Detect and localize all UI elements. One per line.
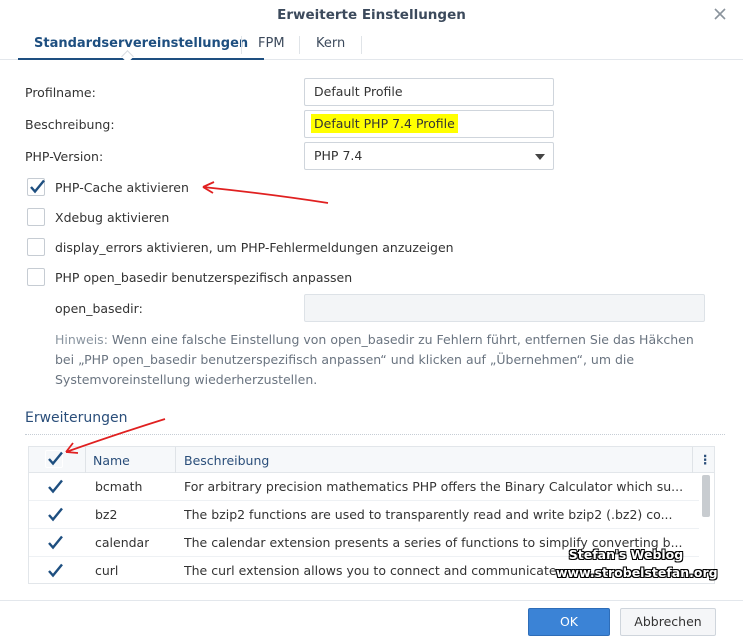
php-version-label: PHP-Version: (25, 149, 104, 164)
chevron-down-icon (535, 154, 545, 160)
watermark-line2: www.strobelstefan.org (556, 565, 718, 580)
dialog-title: Erweiterte Einstellungen (277, 7, 466, 23)
php-cache-checkbox[interactable] (27, 178, 45, 196)
table-row[interactable]: bz2 The bzip2 functions are used to tran… (29, 501, 699, 529)
open-basedir-custom-label: PHP open_basedir benutzerspezifisch anpa… (55, 270, 353, 285)
row-checkbox[interactable] (45, 478, 63, 496)
cancel-button[interactable]: Abbrechen (620, 608, 716, 636)
watermark: Stefan's Weblog www.strobelstefan.org (556, 546, 718, 582)
hint-text: Hinweis: Wenn eine falsche Einstellung v… (55, 330, 715, 390)
column-divider (85, 447, 86, 473)
row-checkbox[interactable] (45, 506, 63, 524)
php-version-select[interactable]: PHP 7.4 (304, 142, 554, 170)
column-menu-icon[interactable]: ⋮ (699, 452, 712, 467)
advanced-settings-dialog: Erweiterte Einstellungen Standardservere… (0, 0, 743, 643)
row-name: curl (95, 563, 119, 578)
select-all-checkbox[interactable] (45, 450, 63, 468)
row-description: The bzip2 functions are used to transpar… (184, 507, 673, 522)
column-divider (175, 447, 176, 473)
extensions-section-title: Erweiterungen (25, 410, 128, 426)
xdebug-checkbox[interactable] (27, 208, 45, 226)
column-header-description[interactable]: Beschreibung (184, 453, 269, 468)
description-label: Beschreibung: (25, 117, 115, 132)
column-header-name[interactable]: Name (93, 453, 130, 468)
profile-name-label: Profilname: (25, 85, 96, 100)
ok-button[interactable]: OK (528, 608, 610, 636)
profile-name-input[interactable]: Default Profile (304, 78, 554, 106)
open-basedir-input[interactable] (304, 294, 705, 322)
row-name: bz2 (95, 507, 118, 522)
grid-header: Name Beschreibung ⋮ (29, 447, 714, 473)
checkmark-icon (48, 535, 63, 550)
grid-scrollbar[interactable] (702, 475, 710, 517)
hint-key: Hinweis: (55, 332, 108, 347)
tab-kern[interactable]: Kern (300, 30, 361, 60)
tab-fpm[interactable]: FPM (242, 30, 301, 60)
tab-divider (361, 36, 362, 54)
checkmark-icon (48, 479, 63, 494)
watermark-line1: Stefan's Weblog (568, 547, 684, 562)
section-divider (25, 434, 725, 435)
row-checkbox[interactable] (45, 534, 63, 552)
column-divider (692, 447, 693, 473)
open-basedir-custom-checkbox[interactable] (27, 268, 45, 286)
table-row[interactable]: bcmath For arbitrary precision mathemati… (29, 473, 699, 501)
open-basedir-label: open_basedir: (55, 301, 143, 316)
display-errors-checkbox[interactable] (27, 238, 45, 256)
display-errors-label: display_errors aktivieren, um PHP-Fehler… (55, 240, 454, 255)
hint-body: Wenn eine falsche Einstellung von open_b… (55, 332, 694, 387)
row-name: calendar (95, 535, 150, 550)
checkmark-icon (48, 563, 63, 578)
checkmark-icon (30, 179, 45, 194)
tab-standard-server-settings[interactable]: Standardservereinstellungen (18, 30, 265, 60)
description-input[interactable]: Default PHP 7.4 Profile (304, 110, 554, 138)
row-name: bcmath (95, 479, 143, 494)
checkmark-icon (48, 507, 63, 522)
close-icon[interactable] (711, 5, 729, 23)
row-checkbox[interactable] (45, 562, 63, 580)
xdebug-label: Xdebug aktivieren (55, 210, 170, 225)
php-cache-label: PHP-Cache aktivieren (55, 180, 189, 195)
checkmark-icon (48, 451, 63, 466)
arrow-to-php-cache (202, 181, 329, 204)
row-description: For arbitrary precision mathematics PHP … (184, 479, 684, 494)
tab-bar: Standardservereinstellungen FPM Kern (0, 30, 743, 60)
